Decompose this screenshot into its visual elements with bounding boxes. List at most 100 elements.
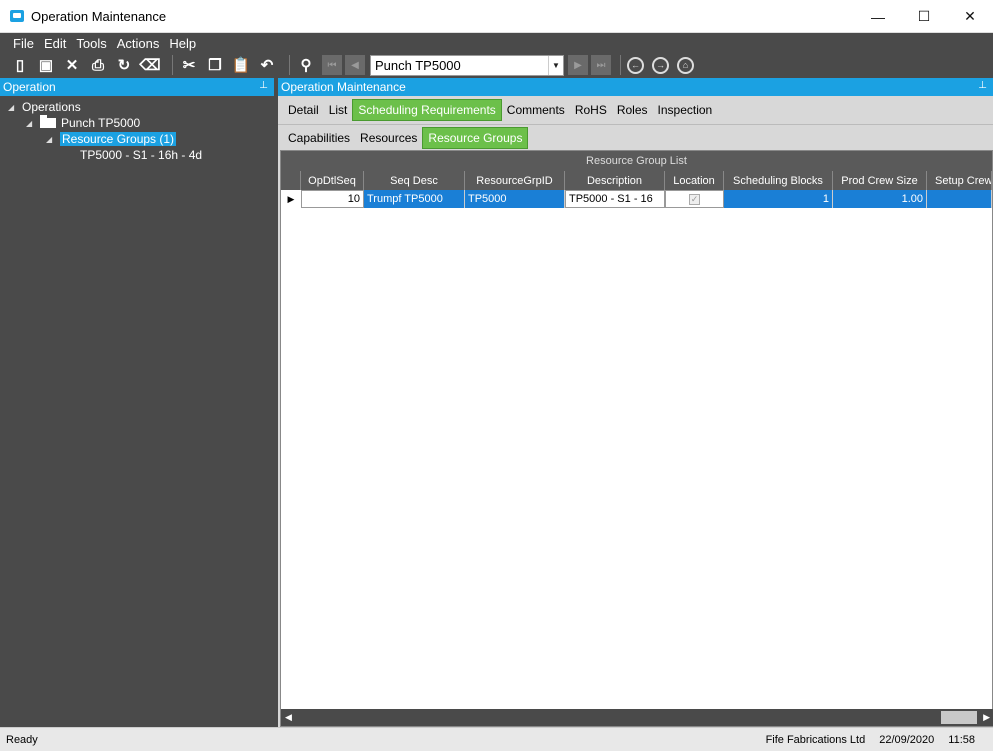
cell-description[interactable]: TP5000 - S1 - 16: [565, 190, 665, 208]
column-header[interactable]: OpDtlSeq: [301, 171, 364, 190]
column-header[interactable]: Setup Crew: [927, 171, 992, 190]
new-icon[interactable]: ▯: [10, 55, 30, 75]
tab-inspection[interactable]: Inspection: [653, 99, 718, 121]
record-combo[interactable]: Punch TP5000 ▼: [370, 54, 564, 76]
next-record-button[interactable]: ▶: [568, 55, 588, 75]
pin-icon[interactable]: ⊥: [978, 80, 987, 91]
tab-rohs[interactable]: RoHS: [570, 99, 612, 121]
operation-maintenance-panel: Operation Maintenance ⊥ Detail List Sche…: [278, 78, 993, 727]
horizontal-scrollbar[interactable]: ◀ ▶: [281, 709, 993, 726]
tree-node-label: TP5000 - S1 - 16h - 4d: [80, 148, 203, 162]
menu-actions[interactable]: Actions: [112, 36, 165, 51]
menu-help[interactable]: Help: [164, 36, 201, 51]
maintenance-panel-header: Operation Maintenance ⊥: [278, 78, 993, 96]
expand-triangle-icon[interactable]: ◢: [46, 135, 54, 144]
tree-node-label: Resource Groups (1): [60, 132, 177, 146]
toolbar-separator: [289, 55, 290, 75]
copy-icon[interactable]: ❐: [205, 55, 225, 75]
column-header[interactable]: Prod Crew Size: [833, 171, 927, 190]
column-header[interactable]: Seq Desc: [364, 171, 465, 190]
last-record-button[interactable]: ⏭: [591, 55, 611, 75]
row-indicator-icon: ▶: [281, 190, 301, 208]
cell-scheduling-blocks[interactable]: 1: [724, 190, 833, 208]
cell-seq-desc[interactable]: Trumpf TP5000: [364, 190, 465, 208]
column-header[interactable]: ResourceGrpID: [465, 171, 565, 190]
tree-node-resource-groups[interactable]: ◢ Resource Groups (1): [0, 131, 274, 147]
window-title: Operation Maintenance: [31, 8, 167, 24]
cell-opdtlseq[interactable]: 10: [301, 190, 364, 208]
cell-setup-crew[interactable]: [927, 190, 992, 208]
subtab-capabilities[interactable]: Capabilities: [283, 127, 355, 149]
toolbar: ▯ ▣ ✕ ⎙ ↻ ⌫ ✂ ❐ 📋 ↶ ⚲ ⏮ ◀ Punch TP5000 ▼…: [0, 52, 993, 78]
cell-prod-crew-size[interactable]: 1.00: [833, 190, 927, 208]
home-icon[interactable]: ⌂: [677, 56, 694, 74]
minimize-button[interactable]: —: [855, 0, 901, 33]
operation-tree: ◢ Operations ◢ Punch TP5000 ◢ Resource G…: [0, 96, 274, 163]
toolbar-separator: [620, 55, 621, 75]
tree-node-operations[interactable]: ◢ Operations: [0, 99, 274, 115]
tab-list[interactable]: List: [324, 99, 353, 121]
chevron-down-icon[interactable]: ▼: [548, 55, 563, 75]
folder-icon: [40, 115, 56, 128]
tab-roles[interactable]: Roles: [612, 99, 653, 121]
status-date: 22/09/2020: [879, 733, 935, 746]
status-company: Fife Fabrications Ltd: [765, 733, 866, 746]
cell-location[interactable]: ✓: [665, 190, 724, 208]
sub-tabs: Capabilities Resources Resource Groups: [278, 124, 993, 150]
undo-icon[interactable]: ↶: [257, 55, 277, 75]
back-icon[interactable]: ←: [627, 56, 644, 74]
column-header[interactable]: Location: [665, 171, 724, 190]
clear-icon[interactable]: ⌫: [139, 55, 160, 75]
forward-icon[interactable]: →: [652, 56, 669, 74]
expand-triangle-icon[interactable]: ◢: [8, 103, 16, 112]
subtab-resource-groups[interactable]: Resource Groups: [422, 126, 529, 149]
print-icon[interactable]: ⎙: [88, 55, 108, 75]
scroll-thumb[interactable]: [941, 711, 977, 724]
refresh-icon[interactable]: ↻: [114, 55, 134, 75]
paste-icon[interactable]: 📋: [231, 55, 251, 75]
column-header[interactable]: Scheduling Blocks: [724, 171, 833, 190]
cell-resourcegrpid[interactable]: TP5000: [465, 190, 565, 208]
tab-detail[interactable]: Detail: [283, 99, 324, 121]
operation-panel-title: Operation: [3, 80, 56, 94]
first-record-button[interactable]: ⏮: [322, 55, 342, 75]
operation-panel-header: Operation ⊥: [0, 78, 274, 96]
menu-edit[interactable]: Edit: [39, 36, 71, 51]
tree-node-punch[interactable]: ◢ Punch TP5000: [0, 115, 274, 131]
tree-node-resource-group-item[interactable]: TP5000 - S1 - 16h - 4d: [0, 147, 274, 163]
pin-icon[interactable]: ⊥: [259, 80, 268, 91]
column-header[interactable]: Description: [565, 171, 665, 190]
expand-triangle-icon[interactable]: ◢: [26, 119, 34, 128]
operation-tree-panel: Operation ⊥ ◢ Operations ◢ Punch TP5000 …: [0, 78, 274, 727]
resource-group-grid: Resource Group List OpDtlSeq Seq Desc Re…: [280, 150, 993, 727]
menu-file[interactable]: File: [8, 36, 39, 51]
toolbar-separator: [172, 55, 173, 75]
title-bar: Operation Maintenance — ☐ ✕: [0, 0, 993, 33]
status-bar: Ready Fife Fabrications Ltd 22/09/2020 1…: [0, 727, 993, 751]
prev-record-button[interactable]: ◀: [345, 55, 365, 75]
status-text: Ready: [6, 733, 38, 746]
row-marker-header: [281, 171, 301, 190]
tree-node-label: Punch TP5000: [61, 116, 141, 130]
scroll-left-icon[interactable]: ◀: [285, 712, 292, 723]
delete-icon[interactable]: ✕: [62, 55, 82, 75]
tree-node-label: Operations: [22, 100, 81, 114]
cut-icon[interactable]: ✂: [179, 55, 199, 75]
app-icon: [10, 10, 24, 22]
table-row[interactable]: ▶ 10 Trumpf TP5000 TP5000 TP5000 - S1 - …: [281, 190, 992, 208]
menu-bar: File Edit Tools Actions Help: [0, 34, 993, 52]
menu-tools[interactable]: Tools: [71, 36, 111, 51]
tab-scheduling-requirements[interactable]: Scheduling Requirements: [352, 99, 502, 121]
search-icon[interactable]: ⚲: [296, 55, 316, 75]
save-icon[interactable]: ▣: [36, 55, 56, 75]
location-checkbox[interactable]: ✓: [689, 193, 700, 205]
maximize-button[interactable]: ☐: [901, 0, 947, 33]
status-time: 11:58: [948, 733, 975, 746]
tab-comments[interactable]: Comments: [502, 99, 570, 121]
close-button[interactable]: ✕: [947, 0, 993, 33]
record-combo-value: Punch TP5000: [375, 57, 461, 73]
grid-caption: Resource Group List: [281, 151, 992, 171]
subtab-resources[interactable]: Resources: [355, 127, 422, 149]
main-tabs: Detail List Scheduling Requirements Comm…: [278, 96, 993, 124]
scroll-right-icon[interactable]: ▶: [983, 712, 990, 723]
